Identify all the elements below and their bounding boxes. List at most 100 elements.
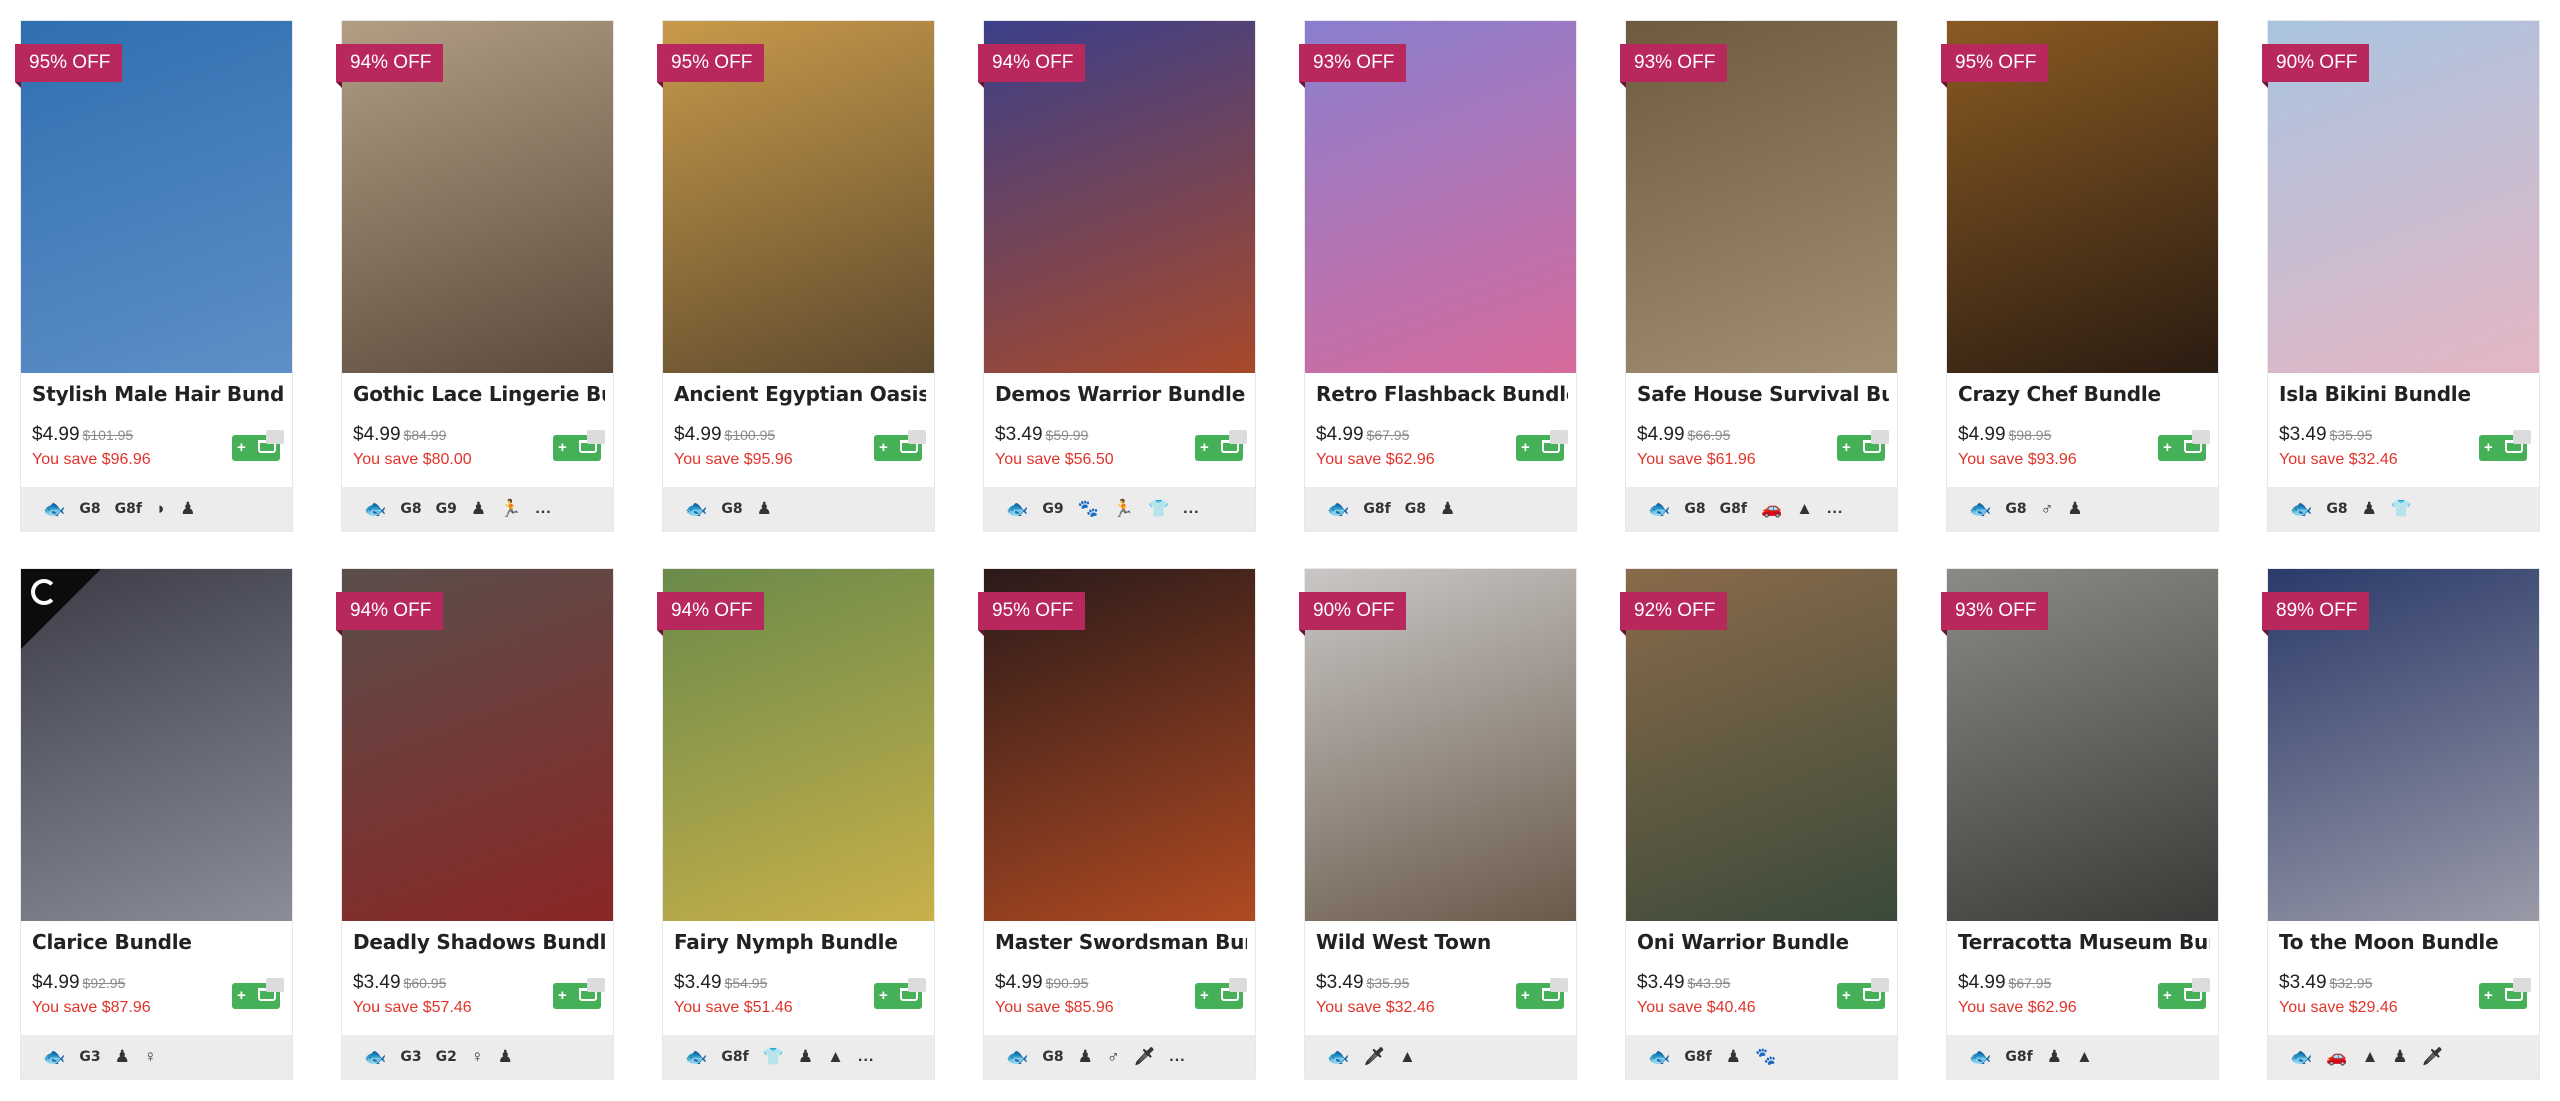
product-card[interactable]: 95% OFF Master Swordsman Bun... $4.99$90.9… (978, 568, 1256, 1080)
compatibility-icons: 🐟 G8 G9 ♟ 🏃... (342, 487, 613, 531)
product-card[interactable]: 94% OFF Demos Warrior Bundle $3.49 $59.99 Yo… (978, 20, 1256, 532)
product-card[interactable]: 94% OFF Gothic Lace Lingerie Bu... $4.99$8… (336, 20, 614, 532)
shirt-icon: 👕 (2390, 499, 2413, 518)
fish-icon: 🐟 (364, 1047, 387, 1067)
add-to-cart-button[interactable]: + (1837, 430, 1889, 461)
product-title[interactable]: Stylish Male Hair Bundle (32, 382, 284, 406)
savings-text: You save $80.00 (353, 451, 472, 468)
paw-icon: 🐾 (1755, 1047, 1777, 1066)
fish-icon: 🐟 (1006, 1047, 1029, 1067)
product-card[interactable]: 94% OFF Deadly Shadows Bundle $3.49 $60.95 Y… (336, 568, 614, 1080)
fish-icon: 🐟 (1006, 499, 1029, 519)
add-to-cart-button[interactable]: + (1837, 978, 1889, 1009)
wishlist-tag-icon[interactable] (2192, 978, 2210, 992)
product-card[interactable]: 95% OFF Ancient Egyptian Oasis ... $4.99$1… (657, 20, 935, 532)
wishlist-tag-icon[interactable] (2513, 430, 2531, 444)
figure-icon: ♟ (470, 499, 487, 518)
more-icon[interactable]: ... (1169, 1048, 1185, 1066)
wishlist-tag-icon[interactable] (1550, 978, 1568, 992)
g8f-icon: G8f (2005, 1049, 2033, 1065)
sale-price: $3.49 (2279, 972, 2327, 993)
product-card[interactable]: 93% OFF Retro Flashback Bundle $4.99 $67.95… (1299, 20, 1577, 532)
more-icon[interactable]: ... (1183, 500, 1199, 518)
add-to-cart-button[interactable]: + (553, 430, 605, 461)
add-to-cart-button[interactable]: + (874, 978, 926, 1009)
wishlist-tag-icon[interactable] (266, 430, 284, 444)
refresh-icon (31, 579, 57, 605)
product-title[interactable]: Wild West Town (1316, 930, 1568, 954)
wishlist-tag-icon[interactable] (908, 978, 926, 992)
sale-price: $4.99 (1316, 424, 1364, 445)
wishlist-tag-icon[interactable] (1229, 978, 1247, 992)
product-title[interactable]: Fairy Nymph Bundle (674, 930, 926, 954)
discount-badge: 89% OFF (2262, 592, 2370, 636)
add-to-cart-button[interactable]: + (553, 978, 605, 1009)
product-card[interactable]: 95% OFF Stylish Male Hair Bundle $4.99 $101… (15, 20, 293, 532)
add-to-cart-button[interactable]: + (1516, 430, 1568, 461)
product-title[interactable]: Clarice Bundle (32, 930, 284, 954)
product-title[interactable]: Oni Warrior Bundle (1637, 930, 1889, 954)
product-card[interactable]: 94% OFF Fairy Nymph Bundle $3.49 $54.95 You … (657, 568, 935, 1080)
figure-icon: ♟ (797, 1047, 814, 1066)
product-card[interactable]: 93% OFF Safe House Survival Bu... $4.99$66… (1620, 20, 1898, 532)
product-title[interactable]: Master Swordsman Bun... (995, 930, 1247, 954)
product-title[interactable]: Ancient Egyptian Oasis ... (674, 382, 926, 406)
discount-badge: 94% OFF (657, 592, 765, 636)
price-row: $3.49 $43.95 (1637, 972, 1730, 994)
add-plus-label: + (1521, 439, 1530, 456)
add-to-cart-button[interactable]: + (2158, 978, 2210, 1009)
product-title[interactable]: Isla Bikini Bundle (2279, 382, 2531, 406)
wishlist-tag-icon[interactable] (1871, 978, 1889, 992)
wishlist-tag-icon[interactable] (1871, 430, 1889, 444)
product-card[interactable]: 89% OFF To the Moon Bundle $3.49 $32.95 You … (2262, 568, 2540, 1080)
more-icon[interactable]: ... (535, 500, 551, 518)
add-to-cart-button[interactable]: + (232, 430, 284, 461)
wishlist-tag-icon[interactable] (587, 430, 605, 444)
sale-price: $3.49 (1637, 972, 1685, 993)
product-title[interactable]: Retro Flashback Bundle (1316, 382, 1568, 406)
savings-text: You save $29.46 (2279, 999, 2398, 1016)
sale-price: $4.99 (353, 424, 401, 445)
wishlist-tag-icon[interactable] (1229, 430, 1247, 444)
add-plus-label: + (237, 987, 246, 1004)
product-card[interactable]: 92% OFF Oni Warrior Bundle $3.49 $43.95 You … (1620, 568, 1898, 1080)
wishlist-tag-icon[interactable] (2513, 978, 2531, 992)
product-card[interactable]: 90% OFF Wild West Town $3.49 $35.95 You save… (1299, 568, 1577, 1080)
compatibility-icons: 🐟 🗡 ▲ (1305, 1035, 1576, 1079)
product-grid: 95% OFF Stylish Male Hair Bundle $4.99 $101… (15, 20, 2540, 1080)
sword-icon: 🗡 (1133, 1047, 1156, 1066)
wishlist-tag-icon[interactable] (587, 978, 605, 992)
add-to-cart-button[interactable]: + (232, 978, 284, 1009)
product-card[interactable]: 95% OFF Crazy Chef Bundle $4.99 $98.95 You s… (1941, 20, 2219, 532)
add-to-cart-button[interactable]: + (1195, 978, 1247, 1009)
g8f-icon: G8f (1719, 501, 1747, 517)
add-to-cart-button[interactable]: + (2158, 430, 2210, 461)
savings-text: You save $95.96 (674, 451, 793, 468)
more-icon[interactable]: ... (1827, 500, 1843, 518)
add-to-cart-button[interactable]: + (1195, 430, 1247, 461)
wishlist-tag-icon[interactable] (266, 978, 284, 992)
discount-badge: 93% OFF (1941, 592, 2049, 636)
product-title[interactable]: Crazy Chef Bundle (1958, 382, 2210, 406)
wishlist-tag-icon[interactable] (2192, 430, 2210, 444)
more-icon[interactable]: ... (858, 1048, 874, 1066)
product-title[interactable]: Safe House Survival Bu... (1637, 382, 1889, 406)
wishlist-tag-icon[interactable] (1550, 430, 1568, 444)
product-title[interactable]: To the Moon Bundle (2279, 930, 2531, 954)
product-card[interactable]: 90% OFF Isla Bikini Bundle $3.49 $35.95 You … (2262, 20, 2540, 532)
product-card[interactable]: 93% OFF Terracotta Museum Bun... $4.99$67.… (1941, 568, 2219, 1080)
price-row: $3.49 $35.95 (1316, 972, 1409, 994)
car-icon: 🚗 (2326, 1047, 2348, 1066)
product-title[interactable]: Deadly Shadows Bundle (353, 930, 605, 954)
product-title[interactable]: Demos Warrior Bundle (995, 382, 1247, 406)
product-title[interactable]: Terracotta Museum Bun... (1958, 930, 2210, 954)
product-title[interactable]: Gothic Lace Lingerie Bu... (353, 382, 605, 406)
add-to-cart-button[interactable]: + (2479, 978, 2531, 1009)
add-to-cart-button[interactable]: + (1516, 978, 1568, 1009)
add-to-cart-button[interactable]: + (874, 430, 926, 461)
wishlist-tag-icon[interactable] (908, 430, 926, 444)
add-to-cart-button[interactable]: + (2479, 430, 2531, 461)
product-card[interactable]: Clarice Bundle $4.99 $92.95 You save $87.96… (20, 568, 293, 1080)
mountain-icon: ▲ (1399, 1047, 1416, 1066)
savings-text: You save $87.96 (32, 999, 151, 1016)
